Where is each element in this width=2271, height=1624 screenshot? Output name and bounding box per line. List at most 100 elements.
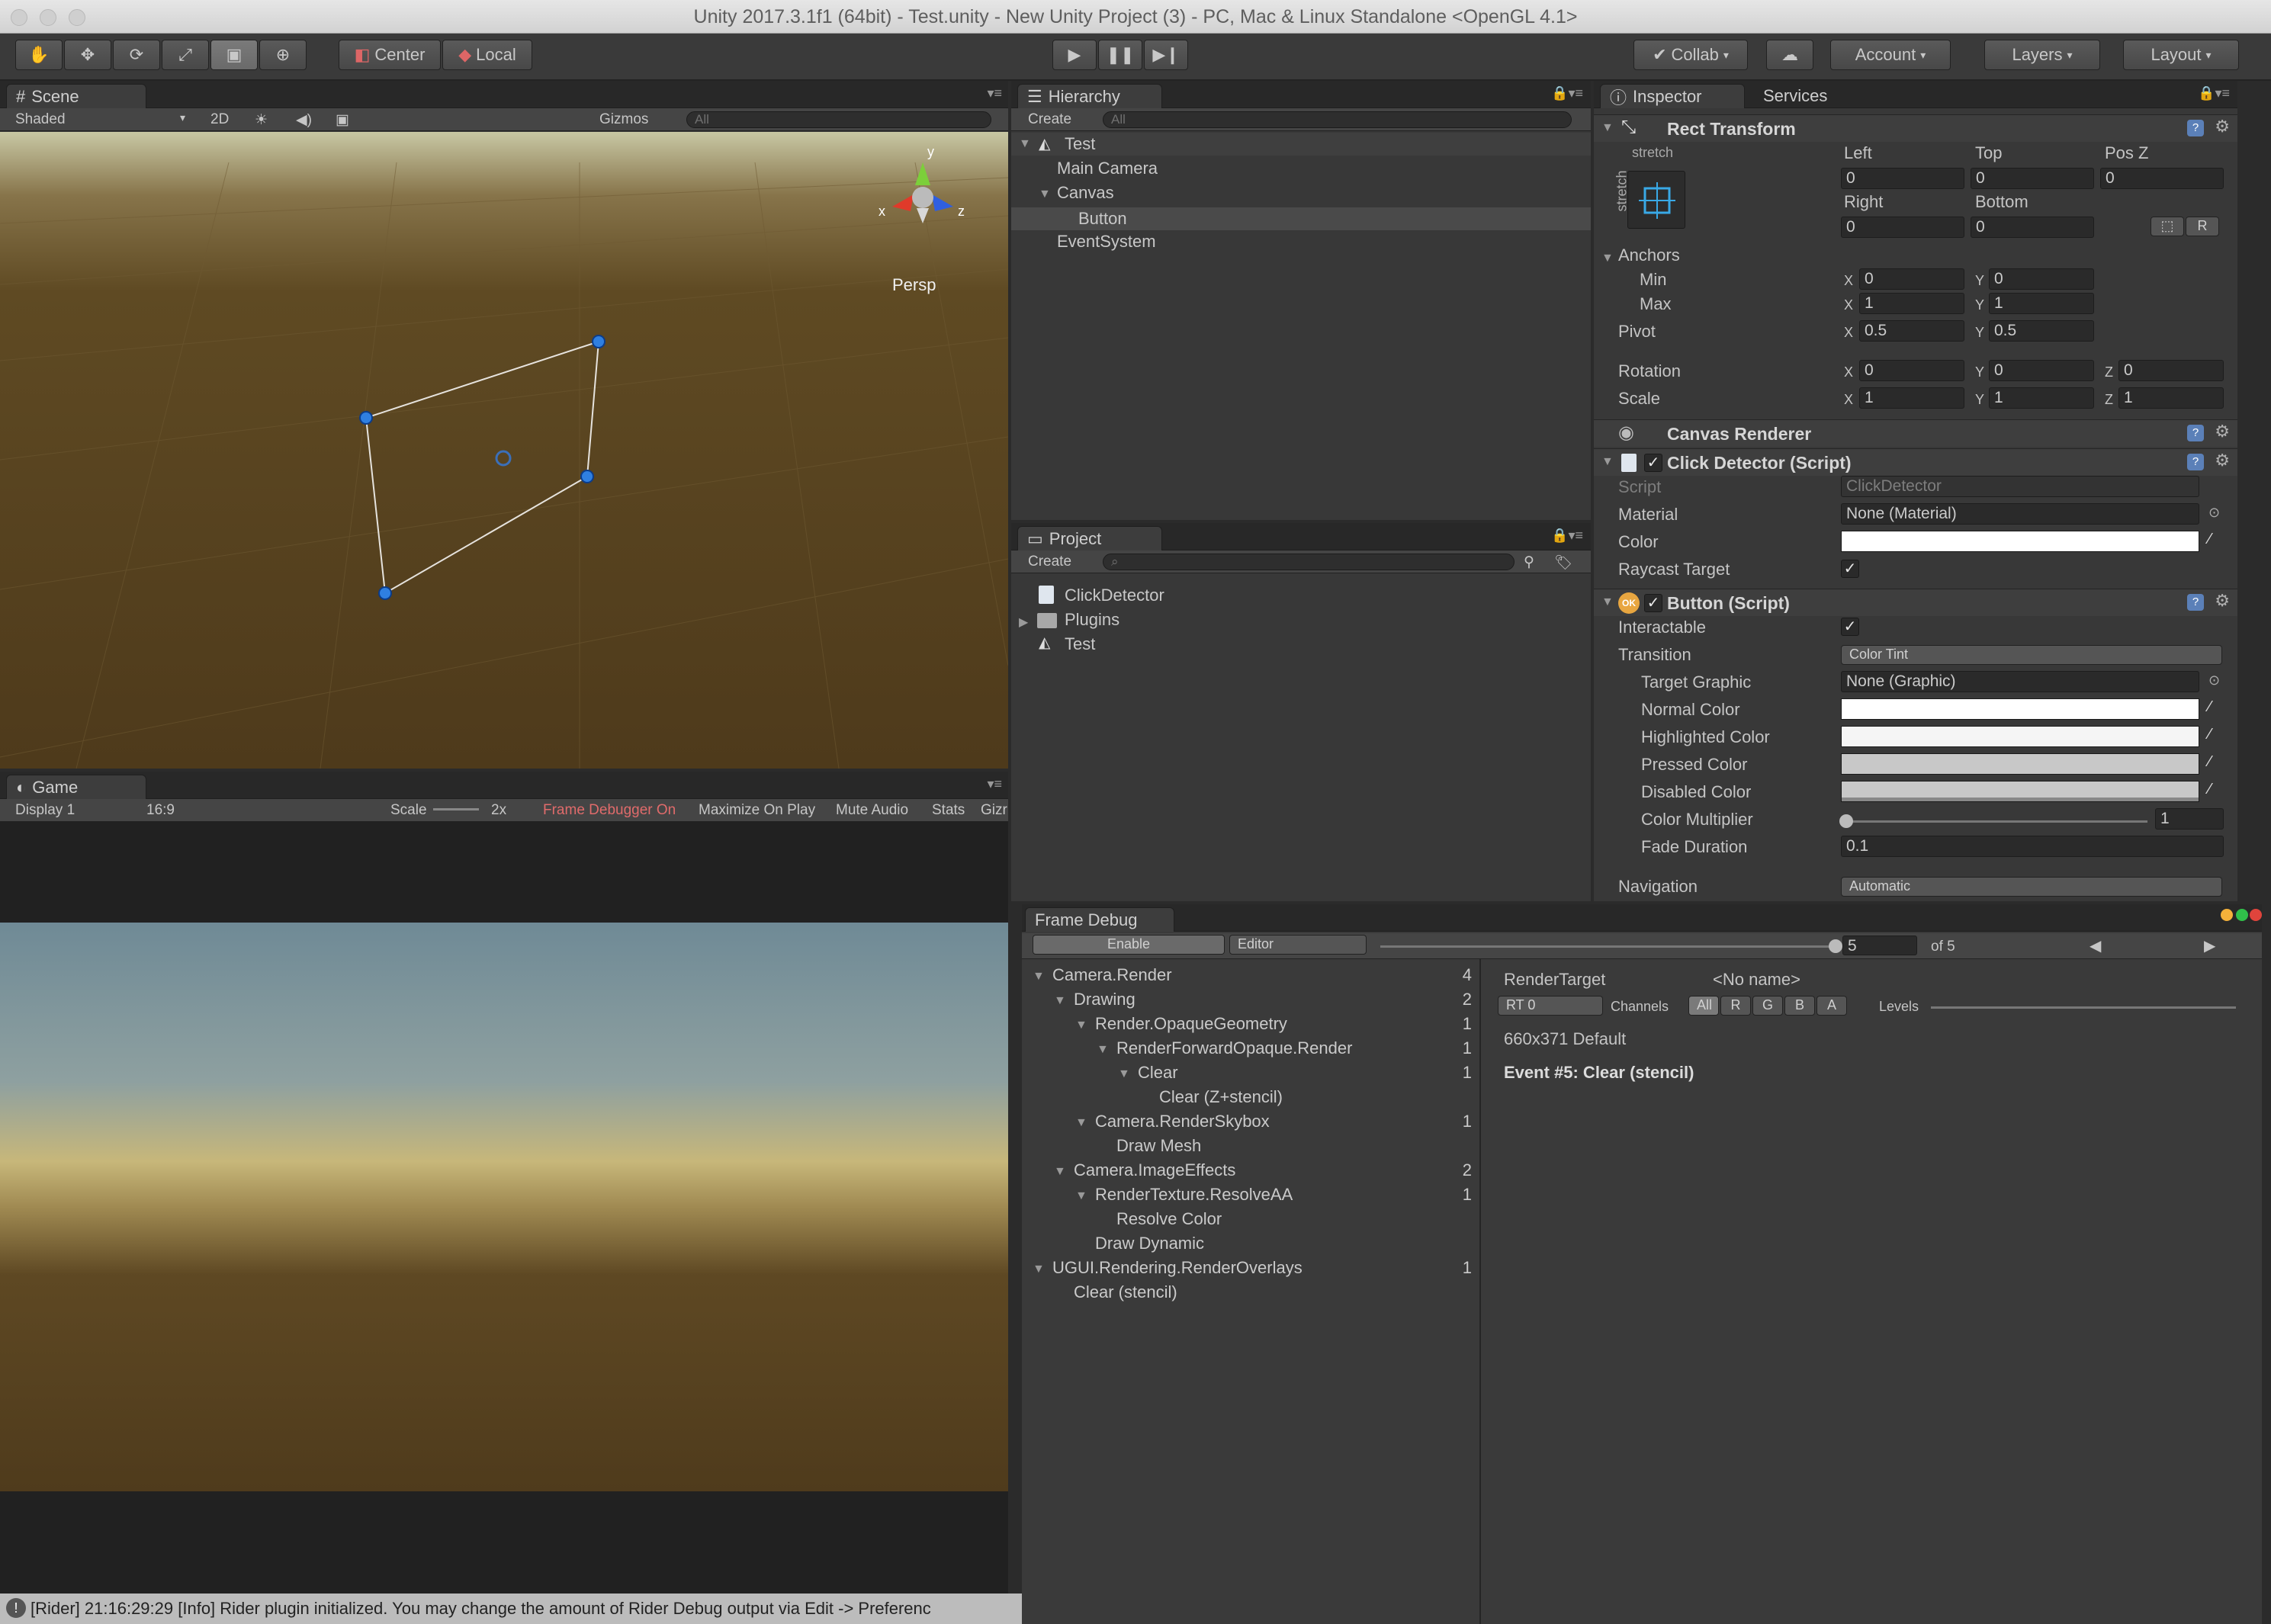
project-item-clickdetector[interactable]: ClickDetector bbox=[1065, 586, 1164, 605]
close-window-button[interactable] bbox=[2250, 909, 2262, 921]
filter-type-icon[interactable]: ⚲ bbox=[1524, 554, 1534, 571]
filter-label-icon[interactable]: 🏷 bbox=[1554, 554, 1572, 572]
pause-button[interactable]: ❚❚ bbox=[1098, 40, 1142, 70]
channel-a-button[interactable]: A bbox=[1816, 996, 1847, 1016]
scene-search-input[interactable]: All bbox=[686, 111, 991, 128]
expand-arrow-icon[interactable]: ▼ bbox=[1039, 188, 1051, 201]
event-tree-row[interactable]: Clear (stencil) bbox=[1022, 1282, 1479, 1305]
game-gizmos-dropdown[interactable]: Gizr bbox=[981, 802, 1007, 819]
expand-arrow-icon[interactable]: ▼ bbox=[1033, 1263, 1045, 1276]
shading-dropdown[interactable]: Shaded bbox=[15, 111, 66, 128]
anchor-presets-button[interactable] bbox=[1627, 171, 1685, 229]
panel-menu-icon[interactable]: 🔒▾≡ bbox=[1551, 85, 1583, 101]
event-tree-row[interactable]: Draw Dynamic bbox=[1022, 1234, 1479, 1257]
tab-services[interactable]: Services bbox=[1754, 84, 1853, 108]
minimize-window-button[interactable] bbox=[2221, 909, 2233, 921]
object-picker-icon[interactable]: ⊙ bbox=[2208, 505, 2220, 521]
anchor-min-x-field[interactable]: 0 bbox=[1859, 268, 1964, 290]
canvas-renderer-header[interactable]: ◉ Canvas Renderer ? ⚙ bbox=[1594, 419, 2237, 447]
event-tree-row[interactable]: ▼ RenderTexture.ResolveAA 1 bbox=[1022, 1185, 1479, 1208]
slider-thumb[interactable] bbox=[1829, 939, 1842, 953]
raw-edit-button[interactable]: R bbox=[2186, 217, 2219, 236]
layout-dropdown[interactable]: Layout ▾ bbox=[2123, 40, 2239, 70]
render-target-dropdown[interactable]: RT 0 bbox=[1498, 996, 1603, 1016]
next-event-button[interactable]: ▶ bbox=[2204, 936, 2215, 955]
panel-menu-icon[interactable]: ▾≡ bbox=[987, 85, 1002, 101]
tab-scene[interactable]: # Scene bbox=[6, 84, 146, 108]
levels-slider[interactable] bbox=[1931, 1006, 2236, 1009]
rotation-z-field[interactable]: 0 bbox=[2118, 360, 2224, 381]
target-dropdown[interactable]: Editor bbox=[1229, 935, 1367, 955]
raycast-target-checkbox[interactable]: ✓ bbox=[1841, 560, 1859, 578]
projection-label[interactable]: Persp bbox=[892, 275, 936, 295]
disabled-color-swatch[interactable] bbox=[1841, 781, 2199, 802]
channel-all-button[interactable]: All bbox=[1688, 996, 1719, 1016]
previous-event-button[interactable]: ◀ bbox=[2090, 936, 2101, 955]
zoom-window-button[interactable] bbox=[2236, 909, 2248, 921]
scale-slider[interactable] bbox=[433, 808, 479, 810]
expand-arrow-icon[interactable]: ▼ bbox=[1075, 1189, 1087, 1203]
play-button[interactable]: ▶ bbox=[1052, 40, 1097, 70]
channel-b-button[interactable]: B bbox=[1784, 996, 1815, 1016]
panel-menu-icon[interactable]: ▾≡ bbox=[987, 776, 1002, 792]
gizmos-dropdown[interactable]: Gizmos bbox=[599, 111, 648, 128]
anchor-min-y-field[interactable]: 0 bbox=[1989, 268, 2094, 290]
project-create-dropdown[interactable]: Create bbox=[1028, 554, 1071, 570]
rotate-tool-button[interactable]: ⟳ bbox=[113, 40, 160, 70]
help-icon[interactable]: ? bbox=[2187, 425, 2204, 441]
object-picker-icon[interactable]: ⊙ bbox=[2208, 672, 2220, 688]
fade-duration-field[interactable]: 0.1 bbox=[1841, 836, 2224, 857]
move-tool-button[interactable]: ✥ bbox=[64, 40, 111, 70]
eyedropper-icon[interactable]: ⁄ bbox=[2208, 781, 2211, 798]
gear-icon[interactable]: ⚙ bbox=[2215, 117, 2230, 136]
top-field[interactable]: 0 bbox=[1971, 168, 2094, 189]
orientation-gizmo[interactable]: y x z bbox=[877, 144, 968, 239]
event-slider[interactable] bbox=[1380, 939, 1842, 953]
expand-arrow-icon[interactable]: ▼ bbox=[1075, 1116, 1087, 1130]
project-item-test[interactable]: Test bbox=[1065, 634, 1095, 654]
event-tree-row[interactable]: ▼ UGUI.Rendering.RenderOverlays 1 bbox=[1022, 1258, 1479, 1281]
channel-g-button[interactable]: G bbox=[1752, 996, 1783, 1016]
scale-z-field[interactable]: 1 bbox=[2118, 387, 2224, 409]
color-multiplier-field[interactable]: 1 bbox=[2155, 808, 2224, 830]
enable-button[interactable]: Enable bbox=[1033, 935, 1225, 955]
bottom-field[interactable]: 0 bbox=[1971, 217, 2094, 238]
split-divider[interactable] bbox=[1479, 959, 1481, 1624]
tab-frame-debug[interactable]: Frame Debug bbox=[1025, 907, 1174, 932]
expand-arrow-icon[interactable]: ▼ bbox=[1601, 252, 1614, 265]
button-script-header[interactable]: ▼ OK ✓ Button (Script) ? ⚙ bbox=[1594, 589, 2237, 616]
hand-tool-button[interactable]: ✋ bbox=[15, 40, 63, 70]
expand-arrow-icon[interactable]: ▼ bbox=[1601, 455, 1614, 469]
channel-r-button[interactable]: R bbox=[1720, 996, 1751, 1016]
event-tree-row[interactable]: ▼ RenderForwardOpaque.Render 1 bbox=[1022, 1038, 1479, 1061]
eyedropper-icon[interactable]: ⁄ bbox=[2208, 698, 2211, 716]
effects-toggle-icon[interactable]: ▣ bbox=[336, 111, 349, 129]
scene-viewport[interactable]: y x z Persp bbox=[0, 132, 1008, 769]
anchor-max-y-field[interactable]: 1 bbox=[1989, 293, 2094, 314]
scale-x-field[interactable]: 1 bbox=[1859, 387, 1964, 409]
hierarchy-create-dropdown[interactable]: Create bbox=[1028, 111, 1071, 128]
audio-toggle-icon[interactable]: ◀) bbox=[296, 111, 312, 129]
expand-arrow-icon[interactable]: ▼ bbox=[1054, 1165, 1066, 1179]
hierarchy-search-input[interactable]: All bbox=[1103, 111, 1572, 128]
slider-thumb[interactable] bbox=[1839, 814, 1853, 828]
interactable-checkbox[interactable]: ✓ bbox=[1841, 618, 1859, 636]
transition-dropdown[interactable]: Color Tint bbox=[1841, 645, 2222, 665]
left-field[interactable]: 0 bbox=[1841, 168, 1964, 189]
expand-arrow-icon[interactable]: ▼ bbox=[1097, 1043, 1109, 1057]
hierarchy-item-eventsystem[interactable]: EventSystem bbox=[1057, 232, 1156, 252]
pivot-x-field[interactable]: 0.5 bbox=[1859, 320, 1964, 342]
stats-toggle[interactable]: Stats bbox=[932, 802, 965, 819]
scale-y-field[interactable]: 1 bbox=[1989, 387, 2094, 409]
gear-icon[interactable]: ⚙ bbox=[2215, 451, 2230, 470]
event-tree-row[interactable]: ▼ Camera.Render 4 bbox=[1022, 965, 1479, 988]
game-viewport[interactable] bbox=[0, 923, 1008, 1491]
target-graphic-field[interactable]: None (Graphic) bbox=[1841, 671, 2199, 692]
button-enabled-checkbox[interactable]: ✓ bbox=[1644, 594, 1662, 612]
tab-project[interactable]: ▭ Project bbox=[1017, 526, 1162, 550]
panel-menu-icon[interactable]: 🔒▾≡ bbox=[1551, 528, 1583, 544]
right-field[interactable]: 0 bbox=[1841, 217, 1964, 238]
event-index-field[interactable]: 5 bbox=[1842, 936, 1917, 955]
expand-arrow-icon[interactable]: ▼ bbox=[1601, 595, 1614, 609]
highlighted-color-swatch[interactable] bbox=[1841, 726, 2199, 747]
